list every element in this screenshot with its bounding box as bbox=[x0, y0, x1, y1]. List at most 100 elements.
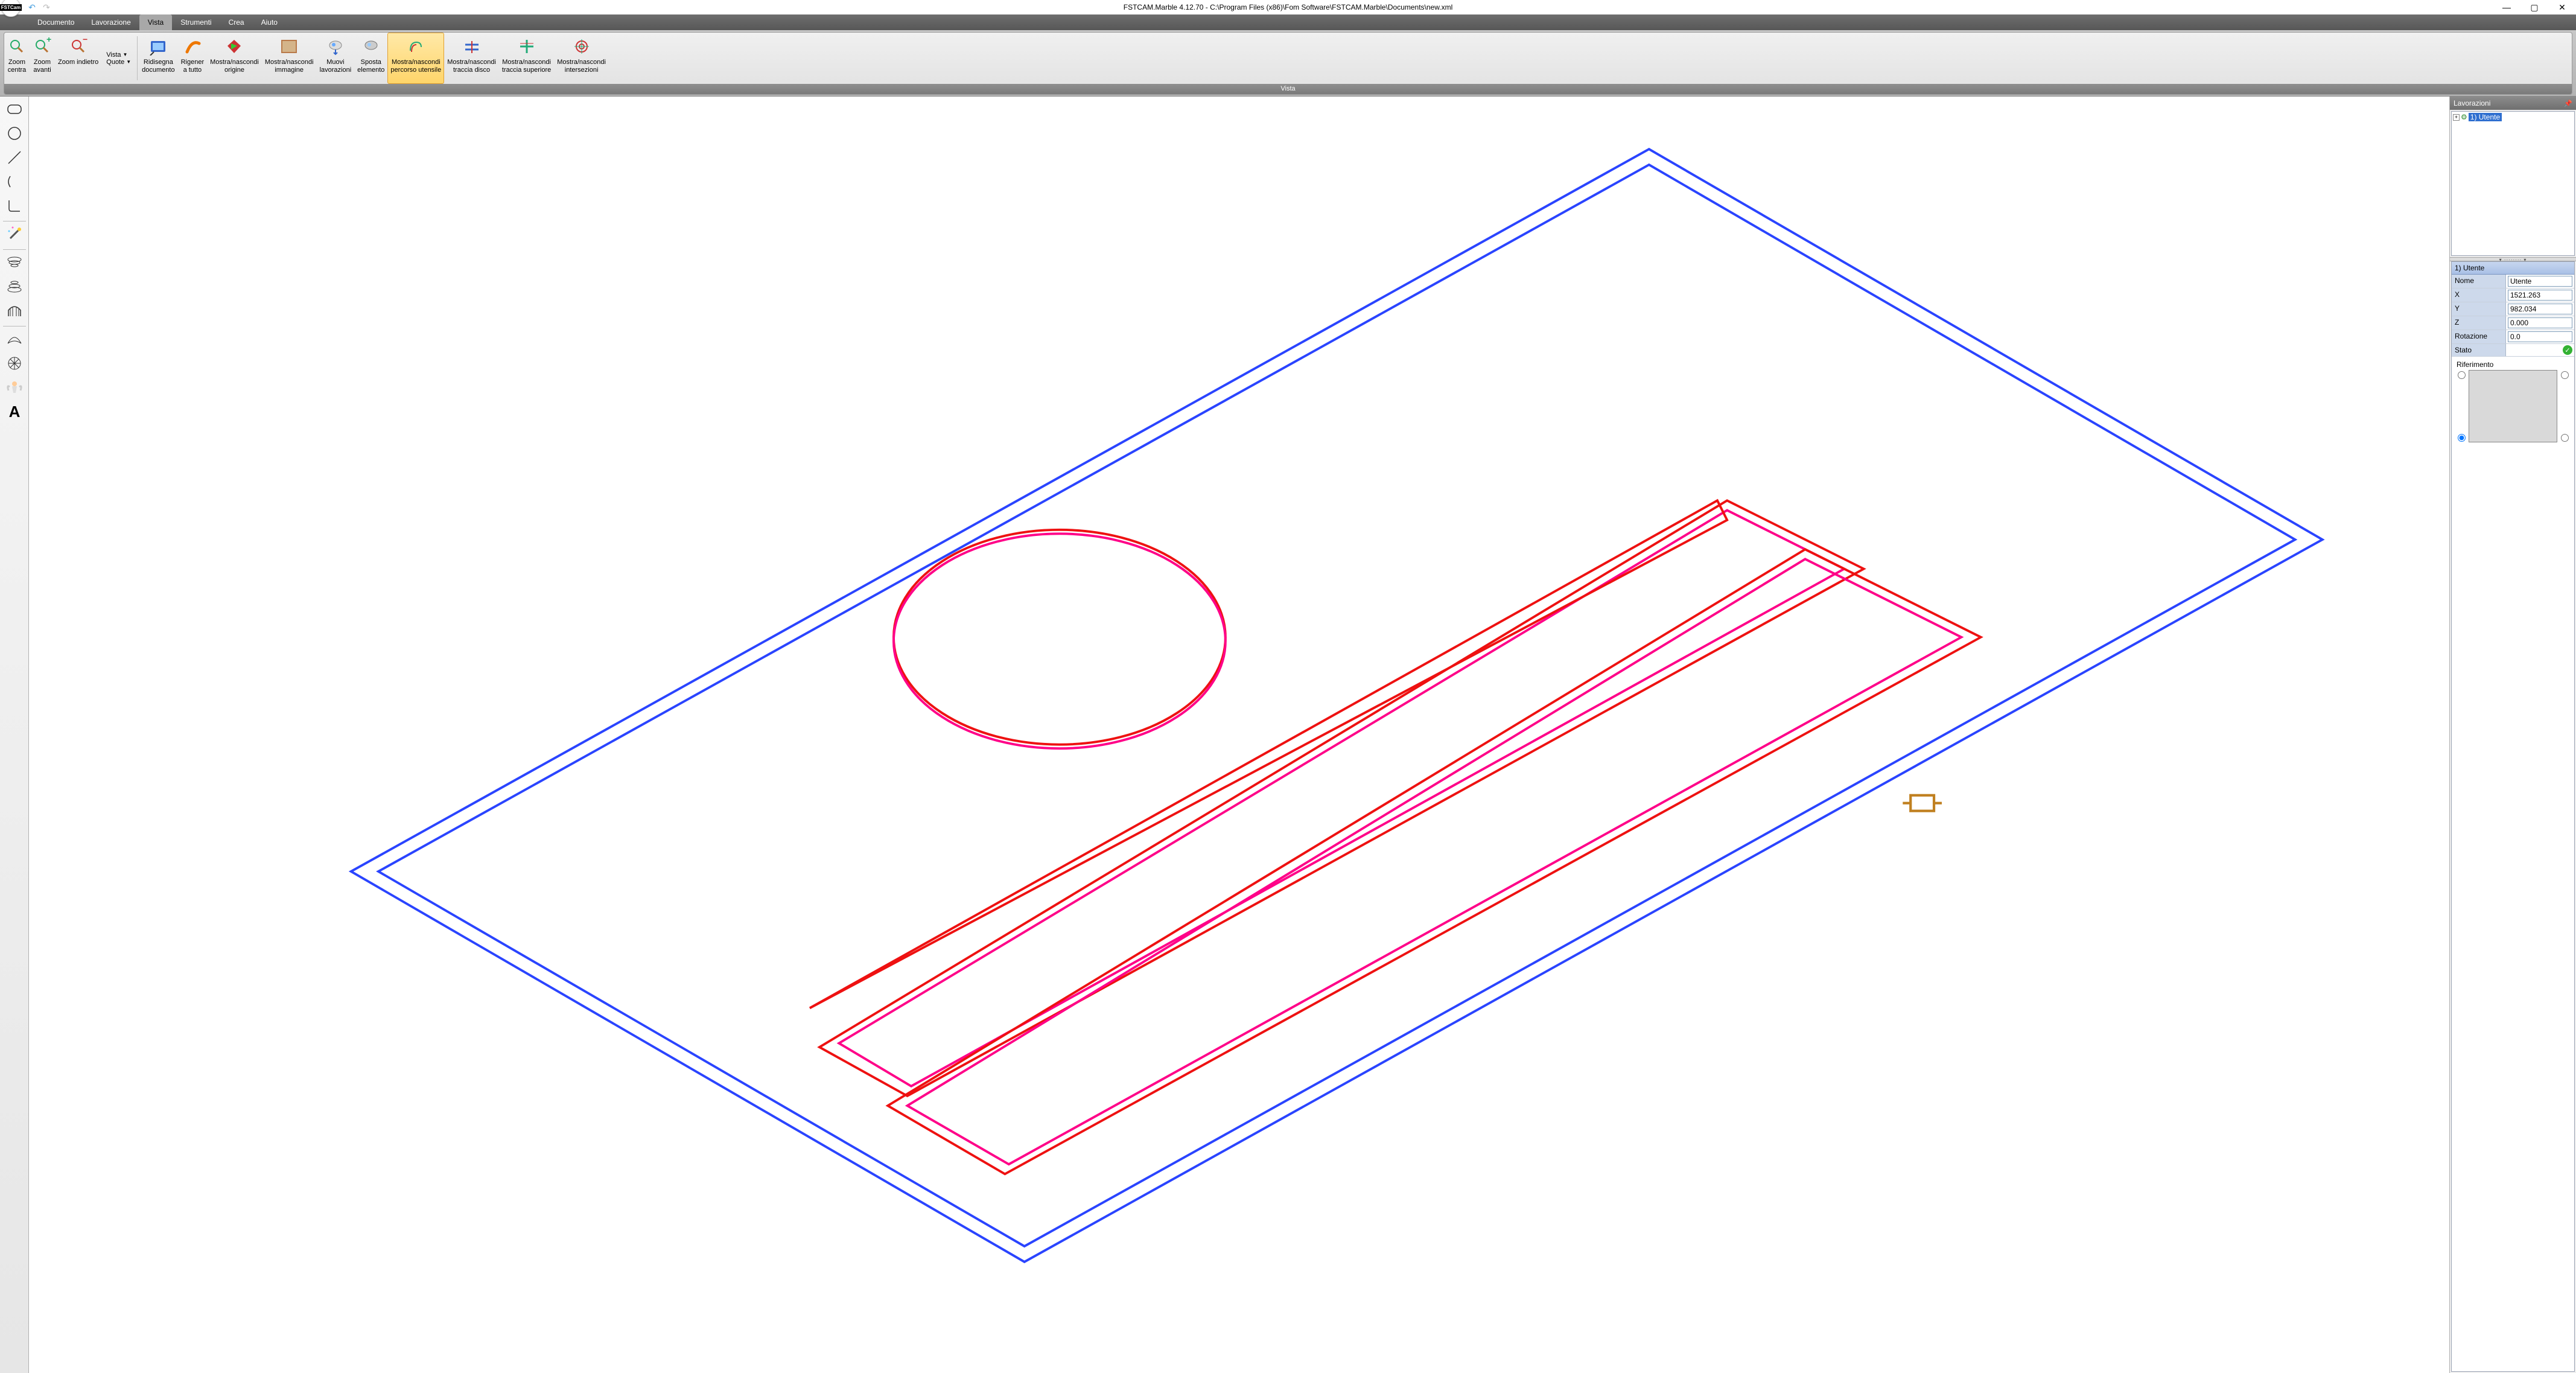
redo-button[interactable]: ↷ bbox=[41, 2, 52, 13]
window-title: FSTCAM.Marble 4.12.70 - C:\Program Files… bbox=[1124, 3, 1452, 11]
ref-radio-bottom-right[interactable] bbox=[2561, 434, 2569, 442]
ribbon-btn-origin[interactable]: Mostra/nascondiorigine bbox=[207, 33, 262, 84]
property-grid: 1) Utente NomeXYZRotazione Stato ✓ Rifer… bbox=[2451, 261, 2575, 1372]
rounded-rect-icon bbox=[5, 100, 24, 121]
corner-icon bbox=[5, 197, 24, 218]
sunburst-icon bbox=[5, 354, 24, 375]
tool-spiral1[interactable] bbox=[2, 252, 27, 275]
ribbon-btn-toolpath[interactable]: Mostra/nascondipercorso utensile bbox=[387, 33, 444, 84]
tool-arch[interactable] bbox=[2, 301, 27, 323]
tool-shell[interactable] bbox=[2, 329, 27, 352]
prop-input-nome[interactable] bbox=[2508, 276, 2572, 287]
ribbon-btn-label: Rigenera tutto bbox=[181, 59, 205, 74]
circle-icon bbox=[5, 124, 24, 145]
ribbon-btn-label: Mostra/nascondiorigine bbox=[210, 59, 259, 74]
prop-row-x: X bbox=[2452, 288, 2574, 302]
menu-tab-lavorazione[interactable]: Lavorazione bbox=[83, 14, 139, 30]
lavorazioni-tree[interactable]: + ⚙ 1) Utente bbox=[2451, 111, 2575, 256]
angel-icon bbox=[5, 378, 24, 400]
ribbon-group-vista: Zoomcentra+Zoomavanti−Zoom indietroVista… bbox=[4, 32, 2572, 95]
intersect-icon bbox=[572, 37, 591, 56]
toolbox-separator bbox=[3, 249, 26, 250]
ribbon-btn-zoom-out[interactable]: −Zoom indietro bbox=[55, 33, 101, 84]
ribbon-btn-move[interactable]: Muovilavorazioni bbox=[317, 33, 355, 84]
disctrace-icon bbox=[462, 37, 482, 56]
ribbon-btn-redraw[interactable]: Ridisegnadocumento bbox=[139, 33, 177, 84]
tool-angel[interactable] bbox=[2, 377, 27, 400]
ref-radio-top-right[interactable] bbox=[2561, 371, 2569, 379]
ribbon-separator bbox=[137, 36, 138, 80]
app-logo: FSTCam bbox=[0, 4, 22, 11]
origin-icon bbox=[224, 37, 244, 56]
ribbon-btn-shift[interactable]: Spostaelemento bbox=[354, 33, 387, 84]
prop-row-z: Z bbox=[2452, 316, 2574, 330]
tool-line[interactable] bbox=[2, 147, 27, 170]
maximize-button[interactable]: ▢ bbox=[2520, 0, 2548, 14]
ribbon-btn-label: Mostra/nasconditraccia disco bbox=[447, 59, 496, 74]
ribbon-btn-disctrace[interactable]: Mostra/nasconditraccia disco bbox=[444, 33, 499, 84]
ribbon-btn-zoom-in[interactable]: +Zoomavanti bbox=[30, 33, 55, 84]
tool-text[interactable]: A bbox=[2, 401, 27, 424]
tool-circle[interactable] bbox=[2, 123, 27, 146]
tool-wand[interactable] bbox=[2, 224, 27, 247]
ribbon-btn-label: Spostaelemento bbox=[357, 59, 384, 74]
property-title: 1) Utente bbox=[2452, 262, 2574, 275]
tree-node-utente[interactable]: + ⚙ 1) Utente bbox=[2453, 113, 2573, 121]
tool-arc-c[interactable] bbox=[2, 171, 27, 194]
chevron-down-icon: ▼ bbox=[123, 52, 128, 57]
canvas-svg bbox=[29, 97, 2449, 1373]
ribbon: Zoomcentra+Zoomavanti−Zoom indietroVista… bbox=[0, 30, 2576, 97]
app-menu-button[interactable]: FSTCam bbox=[1, 0, 21, 17]
ref-radio-top-left[interactable] bbox=[2458, 371, 2466, 379]
ribbon-dropdown-vista[interactable]: Vista ▼ bbox=[101, 51, 136, 59]
prop-input-x[interactable] bbox=[2508, 290, 2572, 301]
arc-c-icon bbox=[5, 173, 24, 194]
prop-key: Z bbox=[2452, 316, 2506, 330]
tool-corner[interactable] bbox=[2, 196, 27, 218]
prop-row-rotazione: Rotazione bbox=[2452, 330, 2574, 344]
svg-text:A: A bbox=[8, 403, 20, 421]
menu-tab-crea[interactable]: Crea bbox=[220, 14, 253, 30]
ribbon-btn-regen[interactable]: Rigenera tutto bbox=[178, 33, 208, 84]
panel-splitter[interactable]: ▾ ········ ▾ bbox=[2450, 257, 2576, 261]
ribbon-btn-label: Mostra/nascondiimmagine bbox=[265, 59, 314, 74]
menu-tab-strumenti[interactable]: Strumenti bbox=[172, 14, 220, 30]
ribbon-btn-image[interactable]: Mostra/nascondiimmagine bbox=[262, 33, 317, 84]
prop-input-z[interactable] bbox=[2508, 317, 2572, 328]
title-bar: FSTCam ↶ ↷ FSTCAM.Marble 4.12.70 - C:\Pr… bbox=[0, 0, 2576, 14]
drawing-canvas[interactable] bbox=[29, 97, 2449, 1373]
ribbon-btn-label: Zoomcentra bbox=[8, 59, 27, 74]
ribbon-btn-zoom-center[interactable]: Zoomcentra bbox=[4, 33, 30, 84]
prop-input-y[interactable] bbox=[2508, 304, 2572, 314]
undo-button[interactable]: ↶ bbox=[27, 2, 37, 13]
ribbon-btn-label: Zoom indietro bbox=[58, 59, 98, 66]
ribbon-btn-intersect[interactable]: Mostra/nascondiintersezioni bbox=[554, 33, 609, 84]
line-icon bbox=[5, 148, 24, 170]
menu-tab-vista[interactable]: Vista bbox=[139, 14, 172, 30]
prop-input-rotazione[interactable] bbox=[2508, 331, 2572, 342]
ribbon-btn-label: Muovilavorazioni bbox=[320, 59, 352, 74]
panel-title: Lavorazioni bbox=[2454, 99, 2490, 107]
ribbon-btn-label: Ridisegnadocumento bbox=[142, 59, 174, 74]
panel-header-lavorazioni[interactable]: Lavorazioni 📌 bbox=[2450, 97, 2576, 110]
pin-icon[interactable]: 📌 bbox=[2564, 100, 2572, 107]
menu-tab-documento[interactable]: Documento bbox=[29, 14, 83, 30]
ref-radio-bottom-left[interactable] bbox=[2458, 434, 2466, 442]
toolbox-separator bbox=[3, 326, 26, 327]
shell-icon bbox=[5, 330, 24, 351]
ribbon-dropdown-quote[interactable]: Quote ▼ bbox=[101, 59, 136, 66]
chevron-down-icon: ▼ bbox=[126, 59, 131, 65]
spiral2-icon bbox=[5, 278, 24, 299]
close-button[interactable]: ✕ bbox=[2548, 0, 2576, 14]
spiral1-icon bbox=[5, 253, 24, 275]
status-ok-icon: ✓ bbox=[2563, 345, 2572, 355]
zoom-in-icon: + bbox=[33, 37, 52, 56]
tool-spiral2[interactable] bbox=[2, 276, 27, 299]
tool-sunburst[interactable] bbox=[2, 353, 27, 376]
ribbon-btn-toptrace[interactable]: Mostra/nasconditraccia superiore bbox=[499, 33, 554, 84]
ref-preview bbox=[2469, 370, 2557, 442]
minimize-button[interactable]: — bbox=[2493, 0, 2520, 14]
tool-rounded-rect[interactable] bbox=[2, 99, 27, 122]
menu-tab-aiuto[interactable]: Aiuto bbox=[253, 14, 286, 30]
tree-expander-icon[interactable]: + bbox=[2453, 114, 2460, 121]
